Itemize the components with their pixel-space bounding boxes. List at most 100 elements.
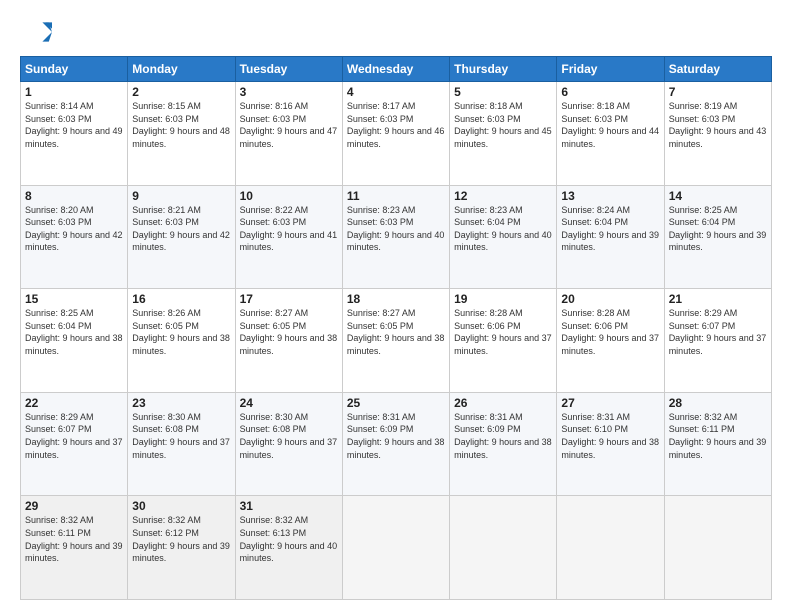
day-number: 17	[240, 292, 338, 306]
calendar-cell	[557, 496, 664, 600]
day-info: Sunrise: 8:32 AM Sunset: 6:12 PM Dayligh…	[132, 514, 230, 564]
day-number: 22	[25, 396, 123, 410]
day-info: Sunrise: 8:28 AM Sunset: 6:06 PM Dayligh…	[454, 307, 552, 357]
day-info: Sunrise: 8:16 AM Sunset: 6:03 PM Dayligh…	[240, 100, 338, 150]
calendar-week-row: 8 Sunrise: 8:20 AM Sunset: 6:03 PM Dayli…	[21, 185, 772, 289]
day-info: Sunrise: 8:22 AM Sunset: 6:03 PM Dayligh…	[240, 204, 338, 254]
calendar-cell: 26 Sunrise: 8:31 AM Sunset: 6:09 PM Dayl…	[450, 392, 557, 496]
calendar-table: SundayMondayTuesdayWednesdayThursdayFrid…	[20, 56, 772, 600]
day-number: 11	[347, 189, 445, 203]
calendar-cell: 23 Sunrise: 8:30 AM Sunset: 6:08 PM Dayl…	[128, 392, 235, 496]
calendar-cell: 29 Sunrise: 8:32 AM Sunset: 6:11 PM Dayl…	[21, 496, 128, 600]
calendar-day-header: Wednesday	[342, 57, 449, 82]
calendar-cell: 17 Sunrise: 8:27 AM Sunset: 6:05 PM Dayl…	[235, 289, 342, 393]
day-info: Sunrise: 8:23 AM Sunset: 6:04 PM Dayligh…	[454, 204, 552, 254]
calendar-cell: 3 Sunrise: 8:16 AM Sunset: 6:03 PM Dayli…	[235, 82, 342, 186]
calendar-cell: 31 Sunrise: 8:32 AM Sunset: 6:13 PM Dayl…	[235, 496, 342, 600]
logo	[20, 16, 56, 48]
calendar-cell: 2 Sunrise: 8:15 AM Sunset: 6:03 PM Dayli…	[128, 82, 235, 186]
day-info: Sunrise: 8:27 AM Sunset: 6:05 PM Dayligh…	[347, 307, 445, 357]
calendar-cell: 7 Sunrise: 8:19 AM Sunset: 6:03 PM Dayli…	[664, 82, 771, 186]
day-number: 30	[132, 499, 230, 513]
day-info: Sunrise: 8:14 AM Sunset: 6:03 PM Dayligh…	[25, 100, 123, 150]
day-number: 28	[669, 396, 767, 410]
day-number: 14	[669, 189, 767, 203]
calendar-cell: 5 Sunrise: 8:18 AM Sunset: 6:03 PM Dayli…	[450, 82, 557, 186]
calendar-day-header: Tuesday	[235, 57, 342, 82]
calendar-day-header: Sunday	[21, 57, 128, 82]
calendar-cell: 19 Sunrise: 8:28 AM Sunset: 6:06 PM Dayl…	[450, 289, 557, 393]
calendar-cell: 20 Sunrise: 8:28 AM Sunset: 6:06 PM Dayl…	[557, 289, 664, 393]
day-info: Sunrise: 8:26 AM Sunset: 6:05 PM Dayligh…	[132, 307, 230, 357]
calendar-cell: 21 Sunrise: 8:29 AM Sunset: 6:07 PM Dayl…	[664, 289, 771, 393]
day-number: 24	[240, 396, 338, 410]
day-number: 9	[132, 189, 230, 203]
day-info: Sunrise: 8:30 AM Sunset: 6:08 PM Dayligh…	[240, 411, 338, 461]
day-info: Sunrise: 8:28 AM Sunset: 6:06 PM Dayligh…	[561, 307, 659, 357]
calendar-cell: 1 Sunrise: 8:14 AM Sunset: 6:03 PM Dayli…	[21, 82, 128, 186]
calendar-cell: 12 Sunrise: 8:23 AM Sunset: 6:04 PM Dayl…	[450, 185, 557, 289]
day-info: Sunrise: 8:29 AM Sunset: 6:07 PM Dayligh…	[25, 411, 123, 461]
day-info: Sunrise: 8:19 AM Sunset: 6:03 PM Dayligh…	[669, 100, 767, 150]
calendar-cell: 4 Sunrise: 8:17 AM Sunset: 6:03 PM Dayli…	[342, 82, 449, 186]
day-info: Sunrise: 8:21 AM Sunset: 6:03 PM Dayligh…	[132, 204, 230, 254]
calendar-cell	[450, 496, 557, 600]
calendar-cell: 13 Sunrise: 8:24 AM Sunset: 6:04 PM Dayl…	[557, 185, 664, 289]
day-number: 21	[669, 292, 767, 306]
calendar-cell: 24 Sunrise: 8:30 AM Sunset: 6:08 PM Dayl…	[235, 392, 342, 496]
calendar-cell: 10 Sunrise: 8:22 AM Sunset: 6:03 PM Dayl…	[235, 185, 342, 289]
day-number: 15	[25, 292, 123, 306]
day-info: Sunrise: 8:20 AM Sunset: 6:03 PM Dayligh…	[25, 204, 123, 254]
day-number: 23	[132, 396, 230, 410]
logo-icon	[20, 16, 52, 48]
day-number: 1	[25, 85, 123, 99]
calendar-week-row: 22 Sunrise: 8:29 AM Sunset: 6:07 PM Dayl…	[21, 392, 772, 496]
day-info: Sunrise: 8:17 AM Sunset: 6:03 PM Dayligh…	[347, 100, 445, 150]
calendar-cell	[664, 496, 771, 600]
day-number: 2	[132, 85, 230, 99]
calendar-week-row: 29 Sunrise: 8:32 AM Sunset: 6:11 PM Dayl…	[21, 496, 772, 600]
day-info: Sunrise: 8:30 AM Sunset: 6:08 PM Dayligh…	[132, 411, 230, 461]
day-number: 12	[454, 189, 552, 203]
day-info: Sunrise: 8:31 AM Sunset: 6:09 PM Dayligh…	[347, 411, 445, 461]
day-number: 16	[132, 292, 230, 306]
day-number: 6	[561, 85, 659, 99]
calendar-cell: 6 Sunrise: 8:18 AM Sunset: 6:03 PM Dayli…	[557, 82, 664, 186]
calendar-day-header: Saturday	[664, 57, 771, 82]
calendar-cell	[342, 496, 449, 600]
calendar-cell: 14 Sunrise: 8:25 AM Sunset: 6:04 PM Dayl…	[664, 185, 771, 289]
day-number: 3	[240, 85, 338, 99]
day-info: Sunrise: 8:18 AM Sunset: 6:03 PM Dayligh…	[561, 100, 659, 150]
calendar-cell: 22 Sunrise: 8:29 AM Sunset: 6:07 PM Dayl…	[21, 392, 128, 496]
day-info: Sunrise: 8:18 AM Sunset: 6:03 PM Dayligh…	[454, 100, 552, 150]
calendar-cell: 28 Sunrise: 8:32 AM Sunset: 6:11 PM Dayl…	[664, 392, 771, 496]
day-number: 25	[347, 396, 445, 410]
calendar-day-header: Thursday	[450, 57, 557, 82]
calendar-cell: 11 Sunrise: 8:23 AM Sunset: 6:03 PM Dayl…	[342, 185, 449, 289]
day-number: 5	[454, 85, 552, 99]
day-info: Sunrise: 8:25 AM Sunset: 6:04 PM Dayligh…	[25, 307, 123, 357]
day-info: Sunrise: 8:15 AM Sunset: 6:03 PM Dayligh…	[132, 100, 230, 150]
day-number: 13	[561, 189, 659, 203]
header	[20, 16, 772, 48]
day-info: Sunrise: 8:32 AM Sunset: 6:11 PM Dayligh…	[25, 514, 123, 564]
day-number: 8	[25, 189, 123, 203]
day-number: 7	[669, 85, 767, 99]
day-info: Sunrise: 8:27 AM Sunset: 6:05 PM Dayligh…	[240, 307, 338, 357]
day-info: Sunrise: 8:25 AM Sunset: 6:04 PM Dayligh…	[669, 204, 767, 254]
calendar-cell: 16 Sunrise: 8:26 AM Sunset: 6:05 PM Dayl…	[128, 289, 235, 393]
day-info: Sunrise: 8:31 AM Sunset: 6:10 PM Dayligh…	[561, 411, 659, 461]
page: SundayMondayTuesdayWednesdayThursdayFrid…	[0, 0, 792, 612]
calendar-cell: 30 Sunrise: 8:32 AM Sunset: 6:12 PM Dayl…	[128, 496, 235, 600]
calendar-cell: 25 Sunrise: 8:31 AM Sunset: 6:09 PM Dayl…	[342, 392, 449, 496]
day-number: 10	[240, 189, 338, 203]
calendar-day-header: Friday	[557, 57, 664, 82]
calendar-week-row: 1 Sunrise: 8:14 AM Sunset: 6:03 PM Dayli…	[21, 82, 772, 186]
calendar-cell: 9 Sunrise: 8:21 AM Sunset: 6:03 PM Dayli…	[128, 185, 235, 289]
day-number: 18	[347, 292, 445, 306]
calendar-day-header: Monday	[128, 57, 235, 82]
day-info: Sunrise: 8:24 AM Sunset: 6:04 PM Dayligh…	[561, 204, 659, 254]
day-info: Sunrise: 8:29 AM Sunset: 6:07 PM Dayligh…	[669, 307, 767, 357]
day-number: 29	[25, 499, 123, 513]
day-number: 19	[454, 292, 552, 306]
